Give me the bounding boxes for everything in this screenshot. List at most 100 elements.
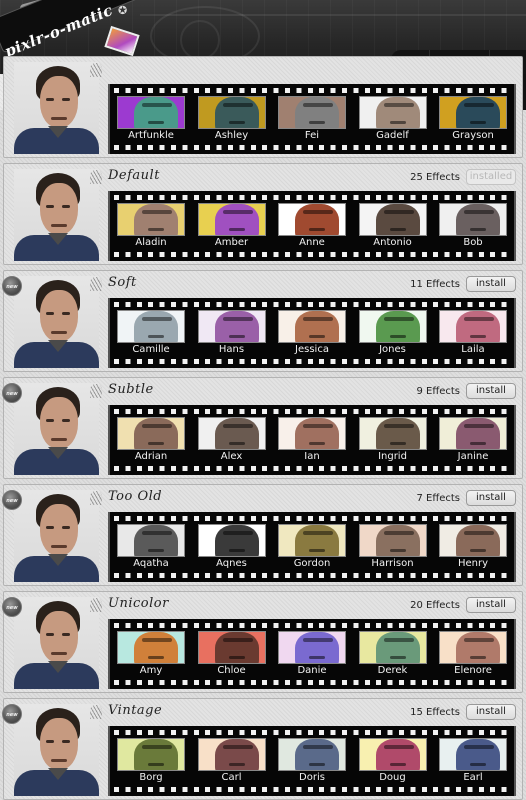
preview-face (375, 525, 420, 556)
effect-thumbnail-adrian[interactable]: Adrian (116, 417, 186, 463)
pack-preview-photo (14, 597, 99, 689)
effect-thumbnail-hans[interactable]: Hans (197, 310, 267, 356)
effect-thumbnail-janine[interactable]: Janine (438, 417, 508, 463)
effect-preview-image (278, 203, 346, 236)
effect-name: Ingrid (378, 451, 407, 462)
effect-thumbnail-artfunkle[interactable]: Artfunkle (116, 96, 186, 142)
effect-thumbnail-aqnes[interactable]: Aqnes (197, 524, 267, 570)
preview-brow (464, 424, 494, 428)
effect-pack-vintage[interactable]: new Vintage 15 Effects install Borg Carl D… (2, 698, 523, 800)
preview-brow (222, 638, 253, 642)
preview-mouth (228, 549, 245, 552)
effect-thumbnail-borg[interactable]: Borg (116, 738, 186, 784)
preview-mouth (309, 335, 325, 338)
preview-brow (303, 317, 333, 321)
effect-thumbnail-aladin[interactable]: Aladin (116, 203, 186, 249)
preview-face (456, 97, 500, 128)
effect-pack-partial[interactable]: Artfunkle Ashley Fei Gadelf Grayson (3, 56, 523, 158)
effect-name: Harrison (371, 558, 414, 569)
preview-mouth (148, 442, 164, 445)
preview-mouth (309, 228, 325, 231)
effect-thumbnail-ian[interactable]: Ian (277, 417, 347, 463)
stripe-decoration-icon (90, 170, 102, 184)
effect-thumbnail-jessica[interactable]: Jessica (277, 310, 347, 356)
preview-brow (142, 638, 172, 642)
effect-thumbnail-henry[interactable]: Henry (438, 524, 508, 570)
effect-name: Ashley (214, 130, 249, 141)
effect-thumbnail-amy[interactable]: Amy (116, 631, 186, 677)
pack-preview-photo (14, 490, 99, 582)
preview-mouth (148, 656, 164, 659)
effect-pack-default[interactable]: Default 25 Effects installed Aladin Amber… (3, 163, 523, 265)
effect-thumbnail-fei[interactable]: Fei (277, 96, 347, 142)
effect-thumbnail-camille[interactable]: Camille (116, 310, 186, 356)
effect-pack-too-old[interactable]: new Too Old 7 Effects install Aqatha Aqne… (2, 484, 523, 586)
effect-pack-unicolor[interactable]: new Unicolor 20 Effects install Amy Chloe… (2, 591, 523, 693)
effect-thumbnail-amber[interactable]: Amber (197, 203, 267, 249)
effect-pack-subtle[interactable]: new Subtle 9 Effects install Adrian Alex I… (2, 377, 523, 479)
effect-preview-image (197, 417, 266, 450)
effect-thumbnail-chloe[interactable]: Chloe (197, 631, 267, 677)
effect-name: Earl (463, 772, 483, 783)
effect-thumbnail-doug[interactable]: Doug (358, 738, 428, 784)
effect-thumbnail-danie[interactable]: Danie (277, 631, 347, 677)
effect-thumbnail-gadelf[interactable]: Gadelf (358, 96, 428, 142)
film-strip: Artfunkle Ashley Fei Gadelf Grayson (108, 84, 516, 154)
film-strip: Adrian Alex Ian Ingrid Janine (108, 405, 516, 475)
effect-thumbnail-antonio[interactable]: Antonio (358, 203, 428, 249)
install-button[interactable]: install (466, 704, 516, 720)
photo-eye (46, 419, 54, 422)
film-strip: Borg Carl Doris Doug Earl (108, 726, 516, 796)
installed-button: installed (466, 169, 516, 185)
preview-mouth (389, 121, 406, 124)
effect-thumbnail-earl[interactable]: Earl (438, 738, 508, 784)
effect-thumbnail-aqatha[interactable]: Aqatha (116, 524, 186, 570)
effect-count: 25 Effects (410, 172, 460, 183)
new-badge-icon: new (2, 383, 22, 403)
install-button[interactable]: install (466, 597, 516, 613)
effect-thumbnail-harrison[interactable]: Harrison (358, 524, 428, 570)
effect-pack-soft[interactable]: new Soft 11 Effects install Camille Hans J… (2, 270, 523, 372)
effect-preview-image (278, 738, 346, 771)
install-button[interactable]: install (466, 490, 516, 506)
effect-thumbnail-derek[interactable]: Derek (358, 631, 428, 677)
photo-mouth (51, 759, 67, 762)
preview-mouth (389, 442, 406, 445)
preview-face (134, 97, 178, 128)
effect-thumbnail-elenore[interactable]: Elenore (438, 631, 508, 677)
preview-mouth (470, 228, 486, 231)
preview-face (134, 311, 178, 342)
photo-face (40, 183, 78, 235)
preview-brow (464, 638, 494, 642)
preview-face (295, 525, 339, 556)
effect-thumbnail-gordon[interactable]: Gordon (277, 524, 347, 570)
effect-thumbnail-jones[interactable]: Jones (358, 310, 428, 356)
effect-thumbnail-bob[interactable]: Bob (438, 203, 508, 249)
preview-brow (383, 638, 414, 642)
effect-thumbnail-grayson[interactable]: Grayson (438, 96, 508, 142)
install-button[interactable]: install (466, 383, 516, 399)
effect-preview-image (439, 310, 507, 343)
effect-name: Amber (214, 237, 249, 248)
preview-face (375, 418, 420, 449)
effect-thumbnail-ingrid[interactable]: Ingrid (358, 417, 428, 463)
pack-title: Too Old (108, 489, 163, 504)
effect-thumbnail-doris[interactable]: Doris (277, 738, 347, 784)
effect-thumbnail-alex[interactable]: Alex (197, 417, 267, 463)
install-button[interactable]: install (466, 276, 516, 292)
pack-preview-photo (14, 62, 99, 154)
pack-preview-photo (14, 704, 99, 796)
effect-preview-image (439, 738, 507, 771)
effect-thumbnail-carl[interactable]: Carl (197, 738, 267, 784)
effect-thumbnail-anne[interactable]: Anne (277, 203, 347, 249)
pixlr-o-matic-app: pixlr-o-matic ✪ Store My Effects X (0, 0, 526, 800)
effect-name: Carl (221, 772, 242, 783)
preview-brow (222, 745, 253, 749)
stripe-decoration-icon (90, 491, 102, 505)
preview-face (375, 632, 420, 663)
preview-face (134, 632, 178, 663)
effect-thumbnail-laila[interactable]: Laila (438, 310, 508, 356)
preview-brow (222, 103, 253, 107)
effect-thumbnail-ashley[interactable]: Ashley (197, 96, 267, 142)
effect-name: Aladin (135, 237, 167, 248)
